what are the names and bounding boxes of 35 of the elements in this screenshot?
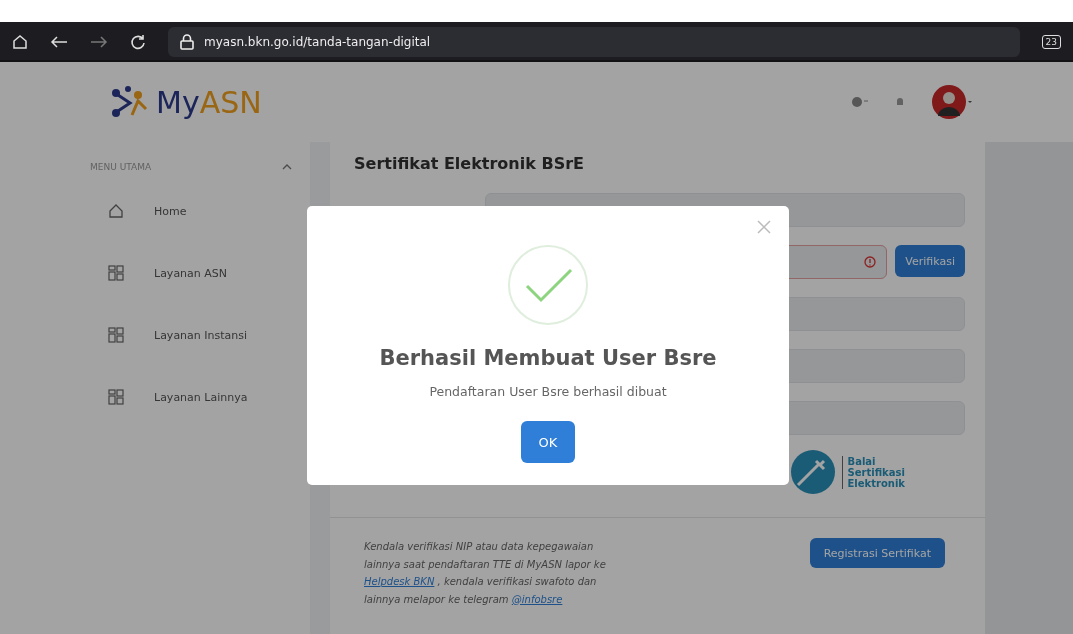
tab-count[interactable]: 23 xyxy=(1041,35,1061,49)
ok-button[interactable]: OK xyxy=(520,421,576,463)
verify-button[interactable]: Verifikasi xyxy=(895,245,965,277)
menu-section-title: MENU UTAMA xyxy=(90,162,152,172)
dialog-message: Pendaftaran User Bsre berhasil dibuat xyxy=(429,384,667,399)
close-icon xyxy=(757,220,771,234)
reload-icon[interactable] xyxy=(130,34,146,50)
card-title: Sertifikat Elektronik BSrE xyxy=(354,154,585,173)
register-certificate-button[interactable]: Registrasi Sertifikat xyxy=(809,538,945,568)
partner-logo-text: Balai Sertifikasi Elektronik xyxy=(841,455,905,489)
grid-icon xyxy=(108,265,124,281)
home-icon xyxy=(108,203,124,219)
key-seal-icon xyxy=(789,449,836,495)
grid-icon xyxy=(108,389,124,405)
address-bar[interactable]: myasn.bkn.go.id/tanda-tangan-digital xyxy=(168,27,1020,57)
help-notice: Kendala verifikasi NIP atau data kepegawaian lainnya saat pendaftaran TTE di MyASN lapor ke Helpdesk BKN , kendala verifikasi swafoto dan lainnya melapor ke telegram @infobsre xyxy=(364,540,607,607)
success-check-icon xyxy=(507,244,589,326)
help-link[interactable]: Helpdesk BKN xyxy=(364,576,435,587)
logo-icon xyxy=(110,85,150,119)
error-icon xyxy=(864,256,877,268)
sidebar-item[interactable]: Layanan Instansi xyxy=(154,328,248,342)
forward-arrow-icon[interactable] xyxy=(90,35,108,49)
dialog-title: Berhasil Membuat User Bsre xyxy=(379,346,717,370)
sidebar-item[interactable]: Layanan Lainnya xyxy=(154,390,248,404)
chevron-icon[interactable] xyxy=(282,164,292,170)
avatar[interactable] xyxy=(931,84,973,120)
logo-text: MyASN xyxy=(156,84,262,120)
back-arrow-icon[interactable] xyxy=(50,35,68,49)
sidebar-item[interactable]: Layanan ASN xyxy=(154,266,228,280)
grid-icon xyxy=(108,327,124,343)
sidebar-item[interactable]: Home xyxy=(154,204,187,218)
help-link[interactable]: @infobsre xyxy=(511,593,563,605)
url-text: myasn.bkn.go.id/tanda-tangan-digital xyxy=(204,35,431,49)
home-icon[interactable] xyxy=(12,34,28,50)
lock-icon xyxy=(180,34,194,50)
